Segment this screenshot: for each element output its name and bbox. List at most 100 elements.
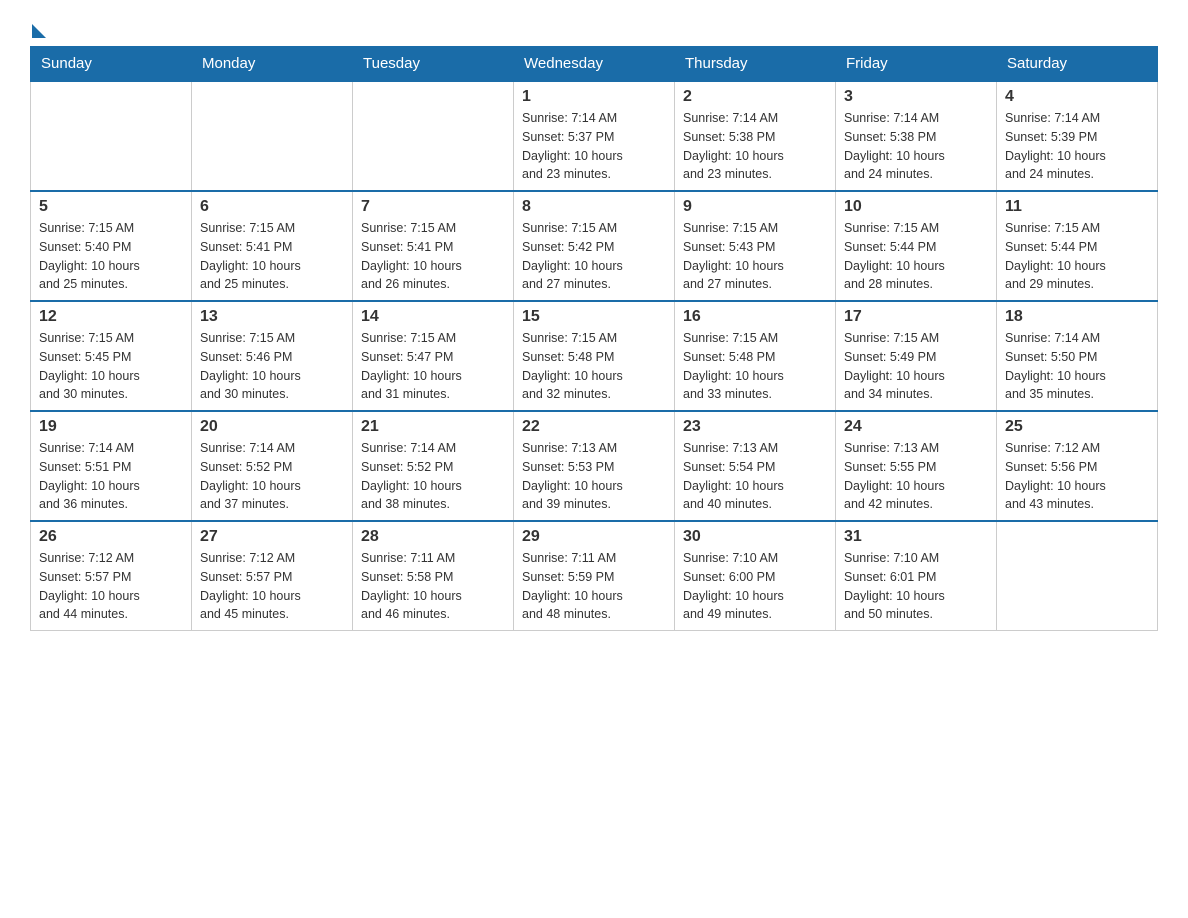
calendar-cell: 31 Sunrise: 7:10 AMSunset: 6:01 PMDayligh… [836,521,997,631]
calendar-cell: 14Sunrise: 7:15 AMSunset: 5:47 PMDayligh… [353,301,514,411]
day-number: 21 [361,418,505,436]
day-number: 31 [844,528,988,546]
calendar-cell: 22 Sunrise: 7:13 AMSunset: 5:53 PMDayligh… [514,411,675,521]
calendar-cell: 8 Sunrise: 7:15 AMSunset: 5:42 PMDaylight… [514,191,675,301]
day-number: 16 [683,308,827,326]
calendar-cell: 29 Sunrise: 7:11 AMSunset: 5:59 PMDayligh… [514,521,675,631]
calendar-cell: 25Sunrise: 7:12 AMSunset: 5:56 PMDayligh… [997,411,1158,521]
calendar-cell: 2 Sunrise: 7:14 AMSunset: 5:38 PMDaylight… [675,81,836,191]
day-info: Sunrise: 7:15 AMSunset: 5:46 PMDaylight:… [200,329,344,404]
day-number: 26 [39,528,183,546]
day-number: 23 [683,418,827,436]
day-info: Sunrise: 7:14 AMSunset: 5:52 PMDaylight:… [361,439,505,514]
day-number: 15 [522,308,666,326]
day-number: 12 [39,308,183,326]
day-info: Sunrise: 7:14 AMSunset: 5:52 PMDaylight:… [200,439,344,514]
day-info: Sunrise: 7:14 AMSunset: 5:39 PMDaylight:… [1005,109,1149,184]
calendar-cell: 6 Sunrise: 7:15 AMSunset: 5:41 PMDaylight… [192,191,353,301]
day-info: Sunrise: 7:11 AMSunset: 5:59 PMDaylight:… [522,549,666,624]
calendar-cell: 7 Sunrise: 7:15 AMSunset: 5:41 PMDaylight… [353,191,514,301]
logo-arrow-icon [32,24,46,38]
calendar-cell: 1 Sunrise: 7:14 AMSunset: 5:37 PMDaylight… [514,81,675,191]
calendar-cell [192,81,353,191]
calendar-cell: 16 Sunrise: 7:15 AMSunset: 5:48 PMDayligh… [675,301,836,411]
day-info: Sunrise: 7:11 AMSunset: 5:58 PMDaylight:… [361,549,505,624]
day-number: 5 [39,198,183,216]
day-number: 1 [522,88,666,106]
page-header [30,20,1158,36]
day-number: 24 [844,418,988,436]
calendar-cell: 17 Sunrise: 7:15 AMSunset: 5:49 PMDayligh… [836,301,997,411]
calendar-table: SundayMondayTuesdayWednesdayThursdayFrid… [30,46,1158,631]
weekday-header-tuesday: Tuesday [353,47,514,82]
weekday-header-friday: Friday [836,47,997,82]
day-info: Sunrise: 7:14 AMSunset: 5:51 PMDaylight:… [39,439,183,514]
day-number: 7 [361,198,505,216]
day-number: 18 [1005,308,1149,326]
weekday-header-saturday: Saturday [997,47,1158,82]
day-number: 22 [522,418,666,436]
calendar-cell: 12 Sunrise: 7:15 AMSunset: 5:45 PMDayligh… [31,301,192,411]
day-number: 4 [1005,88,1149,106]
calendar-cell [353,81,514,191]
day-info: Sunrise: 7:15 AMSunset: 5:48 PMDaylight:… [522,329,666,404]
day-number: 17 [844,308,988,326]
week-row-4: 19 Sunrise: 7:14 AMSunset: 5:51 PMDayligh… [31,411,1158,521]
day-number: 28 [361,528,505,546]
calendar-cell: 23 Sunrise: 7:13 AMSunset: 5:54 PMDayligh… [675,411,836,521]
logo [30,20,46,36]
day-number: 19 [39,418,183,436]
calendar-cell: 15 Sunrise: 7:15 AMSunset: 5:48 PMDayligh… [514,301,675,411]
day-number: 8 [522,198,666,216]
day-info: Sunrise: 7:13 AMSunset: 5:54 PMDaylight:… [683,439,827,514]
calendar-cell: 26 Sunrise: 7:12 AMSunset: 5:57 PMDayligh… [31,521,192,631]
weekday-header-thursday: Thursday [675,47,836,82]
day-info: Sunrise: 7:13 AMSunset: 5:53 PMDaylight:… [522,439,666,514]
calendar-cell [31,81,192,191]
day-info: Sunrise: 7:12 AMSunset: 5:57 PMDaylight:… [200,549,344,624]
calendar-cell: 28 Sunrise: 7:11 AMSunset: 5:58 PMDayligh… [353,521,514,631]
weekday-header-monday: Monday [192,47,353,82]
day-info: Sunrise: 7:15 AMSunset: 5:41 PMDaylight:… [361,219,505,294]
day-info: Sunrise: 7:15 AMSunset: 5:44 PMDaylight:… [844,219,988,294]
day-number: 11 [1005,198,1149,216]
week-row-1: 1 Sunrise: 7:14 AMSunset: 5:37 PMDaylight… [31,81,1158,191]
day-info: Sunrise: 7:10 AMSunset: 6:00 PMDaylight:… [683,549,827,624]
week-row-5: 26 Sunrise: 7:12 AMSunset: 5:57 PMDayligh… [31,521,1158,631]
calendar-cell: 21 Sunrise: 7:14 AMSunset: 5:52 PMDayligh… [353,411,514,521]
calendar-cell: 20 Sunrise: 7:14 AMSunset: 5:52 PMDayligh… [192,411,353,521]
day-info: Sunrise: 7:14 AMSunset: 5:38 PMDaylight:… [844,109,988,184]
day-info: Sunrise: 7:12 AMSunset: 5:56 PMDaylight:… [1005,439,1149,514]
day-number: 10 [844,198,988,216]
day-number: 14 [361,308,505,326]
day-number: 2 [683,88,827,106]
calendar-cell: 24 Sunrise: 7:13 AMSunset: 5:55 PMDayligh… [836,411,997,521]
calendar-cell: 9Sunrise: 7:15 AMSunset: 5:43 PMDaylight… [675,191,836,301]
week-row-3: 12 Sunrise: 7:15 AMSunset: 5:45 PMDayligh… [31,301,1158,411]
calendar-cell [997,521,1158,631]
calendar-cell: 30 Sunrise: 7:10 AMSunset: 6:00 PMDayligh… [675,521,836,631]
calendar-cell: 10 Sunrise: 7:15 AMSunset: 5:44 PMDayligh… [836,191,997,301]
day-info: Sunrise: 7:13 AMSunset: 5:55 PMDaylight:… [844,439,988,514]
day-info: Sunrise: 7:15 AMSunset: 5:42 PMDaylight:… [522,219,666,294]
day-info: Sunrise: 7:14 AMSunset: 5:50 PMDaylight:… [1005,329,1149,404]
calendar-cell: 3Sunrise: 7:14 AMSunset: 5:38 PMDaylight… [836,81,997,191]
day-info: Sunrise: 7:10 AMSunset: 6:01 PMDaylight:… [844,549,988,624]
day-number: 27 [200,528,344,546]
calendar-cell: 4 Sunrise: 7:14 AMSunset: 5:39 PMDaylight… [997,81,1158,191]
calendar-cell: 18 Sunrise: 7:14 AMSunset: 5:50 PMDayligh… [997,301,1158,411]
day-info: Sunrise: 7:15 AMSunset: 5:48 PMDaylight:… [683,329,827,404]
weekday-header-row: SundayMondayTuesdayWednesdayThursdayFrid… [31,47,1158,82]
day-info: Sunrise: 7:15 AMSunset: 5:44 PMDaylight:… [1005,219,1149,294]
day-info: Sunrise: 7:12 AMSunset: 5:57 PMDaylight:… [39,549,183,624]
day-info: Sunrise: 7:14 AMSunset: 5:37 PMDaylight:… [522,109,666,184]
day-number: 20 [200,418,344,436]
day-info: Sunrise: 7:14 AMSunset: 5:38 PMDaylight:… [683,109,827,184]
day-info: Sunrise: 7:15 AMSunset: 5:45 PMDaylight:… [39,329,183,404]
day-number: 29 [522,528,666,546]
day-info: Sunrise: 7:15 AMSunset: 5:49 PMDaylight:… [844,329,988,404]
day-number: 30 [683,528,827,546]
day-info: Sunrise: 7:15 AMSunset: 5:41 PMDaylight:… [200,219,344,294]
day-number: 6 [200,198,344,216]
calendar-cell: 11 Sunrise: 7:15 AMSunset: 5:44 PMDayligh… [997,191,1158,301]
